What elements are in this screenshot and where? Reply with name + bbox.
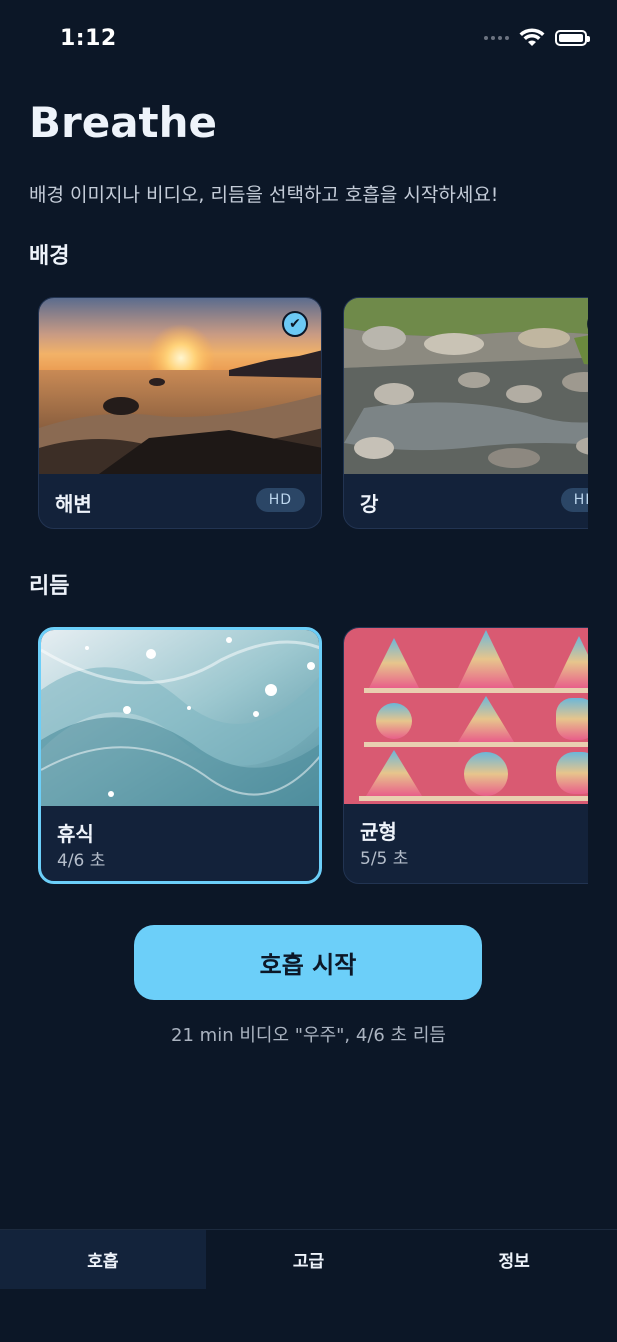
river-thumbnail <box>344 298 588 474</box>
background-label: 강 <box>360 492 379 516</box>
rhythm-timing: 5/5 초 <box>360 849 409 869</box>
tab-info[interactable]: 정보 <box>411 1230 617 1289</box>
tab-breathe[interactable]: 호흡 <box>0 1230 206 1289</box>
wifi-icon <box>519 28 545 46</box>
backgrounds-carousel[interactable]: ✔ 해변 HD 강 H <box>38 297 588 529</box>
rhythm-heading: 리듬 <box>29 574 70 599</box>
page-subtitle: 배경 이미지나 비디오, 리듬을 선택하고 호흡을 시작하세요! <box>29 184 499 206</box>
status-bar: 1:12 <box>0 0 617 80</box>
rhythm-card-rest[interactable]: 휴식 4/6 초 <box>38 627 322 884</box>
rhythm-label: 휴식 <box>57 822 94 846</box>
hd-badge: HD <box>255 488 305 512</box>
status-icons <box>484 28 590 48</box>
tab-advanced[interactable]: 고급 <box>206 1230 412 1289</box>
backgrounds-heading: 배경 <box>29 244 70 269</box>
background-card-beach[interactable]: ✔ 해변 HD <box>38 297 322 529</box>
rhythm-label: 균형 <box>360 820 397 844</box>
start-breathing-button[interactable]: 호흡 시작 <box>134 925 482 1000</box>
status-time: 1:12 <box>60 26 117 51</box>
rhythm-timing: 4/6 초 <box>57 851 106 871</box>
selected-check-icon: ✔ <box>282 311 308 337</box>
battery-icon <box>555 30 590 46</box>
app-title: Breathe <box>29 98 218 147</box>
rest-thumbnail <box>41 630 319 806</box>
hd-badge: HD <box>560 488 588 512</box>
balance-thumbnail <box>344 628 588 804</box>
rhythm-carousel[interactable]: 휴식 4/6 초 균형 5/5 초 <box>38 627 588 885</box>
background-label: 해변 <box>55 492 92 516</box>
rhythm-card-balance[interactable]: 균형 5/5 초 <box>343 627 588 884</box>
session-summary: 21 min 비디오 "우주", 4/6 초 리듬 <box>171 1025 446 1046</box>
signal-dots-icon <box>484 36 509 40</box>
beach-thumbnail: ✔ <box>39 298 321 474</box>
tab-bar: 호흡 고급 정보 <box>0 1229 617 1289</box>
background-card-river[interactable]: 강 HD <box>343 297 588 529</box>
